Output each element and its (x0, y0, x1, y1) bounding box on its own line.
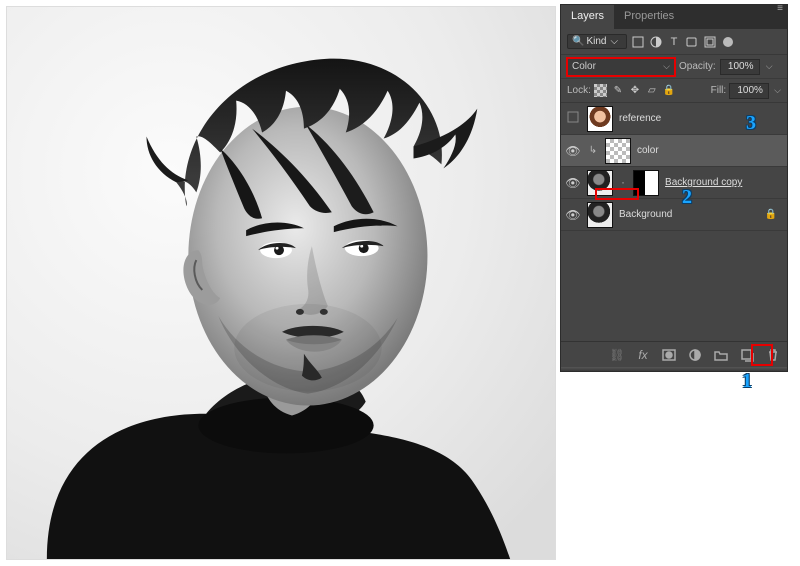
layer-row-background-copy[interactable]: 👁 𐄁 Background copy (561, 167, 787, 199)
filter-adjust-icon[interactable] (649, 35, 663, 49)
lock-transparency-icon[interactable] (594, 84, 608, 98)
opacity-input[interactable]: 100% (720, 59, 760, 75)
annotation-2: 2 (682, 186, 692, 209)
filter-kind-label: Kind (586, 36, 606, 47)
close-icon[interactable]: × (565, 0, 570, 3)
chevron-down-icon: ⌵ (663, 61, 670, 72)
visibility-toggle[interactable] (565, 110, 581, 127)
filter-type-icon[interactable]: T (667, 35, 681, 49)
layer-filter-row: 🔍 Kind ⌵ T (561, 29, 787, 55)
lock-brush-icon[interactable]: ✎ (611, 84, 625, 98)
layer-name[interactable]: Background (619, 209, 672, 220)
layers-bottom-toolbar: ⛓ fx (561, 341, 787, 367)
new-layer-icon[interactable] (739, 347, 755, 363)
chevron-down-icon[interactable]: ⌵ (774, 85, 781, 96)
visibility-toggle[interactable]: 👁 (565, 144, 581, 158)
annotation-3: 3 (746, 112, 756, 135)
portrait-image (7, 7, 555, 559)
tab-layers[interactable]: Layers (561, 5, 614, 29)
fill-label: Fill: (711, 85, 727, 96)
document-canvas[interactable] (6, 6, 556, 560)
fx-icon[interactable]: fx (635, 347, 651, 363)
layer-name[interactable]: Background copy (665, 177, 742, 188)
filter-shape-icon[interactable] (685, 35, 699, 49)
layer-row-background[interactable]: 👁 Background 🔒 (561, 199, 787, 231)
layer-thumbnail[interactable] (587, 106, 613, 132)
delete-layer-icon[interactable] (765, 347, 781, 363)
visibility-toggle[interactable]: 👁 (565, 208, 581, 222)
panel-resize-handle[interactable] (561, 367, 787, 371)
panel-tabs: Layers Properties (561, 5, 787, 29)
fill-input[interactable]: 100% (729, 83, 769, 99)
layer-row-color[interactable]: 👁 ↳ color (561, 135, 787, 167)
link-layers-icon[interactable]: ⛓ (609, 347, 625, 363)
lock-icon: 🔒 (765, 209, 783, 220)
lock-artboard-icon[interactable]: ▱ (645, 84, 659, 98)
link-mask-icon[interactable]: 𐄁 (619, 176, 627, 189)
lock-position-icon[interactable]: ✥ (628, 84, 642, 98)
adjustment-layer-icon[interactable] (687, 347, 703, 363)
opacity-label: Opacity: (679, 61, 716, 72)
filter-pixel-icon[interactable] (631, 35, 645, 49)
blend-opacity-row: Color ⌵ Opacity: 100% ⌵ (561, 55, 787, 79)
visibility-toggle[interactable]: 👁 (565, 176, 581, 190)
chevron-down-icon[interactable]: ⌵ (766, 61, 773, 72)
layer-thumbnail[interactable] (587, 202, 613, 228)
panel-menu-icon[interactable]: ≡ (777, 3, 783, 14)
layer-name[interactable]: color (637, 145, 659, 156)
add-mask-icon[interactable] (661, 347, 677, 363)
layer-name[interactable]: reference (619, 113, 661, 124)
annotation-1: 1 (742, 370, 752, 393)
clip-indicator-icon: ↳ (589, 145, 597, 156)
lock-label: Lock: (567, 85, 591, 96)
lock-all-icon[interactable]: 🔒 (662, 84, 676, 98)
layer-thumbnail[interactable] (587, 170, 613, 196)
lock-row: Lock: ✎ ✥ ▱ 🔒 Fill: 100% ⌵ (561, 79, 787, 103)
layers-panel: ≡ × Layers Properties 🔍 Kind ⌵ T Color ⌵… (560, 4, 788, 372)
blend-mode-value: Color (572, 61, 596, 72)
tab-properties[interactable]: Properties (614, 5, 684, 29)
filter-kind-dropdown[interactable]: 🔍 Kind ⌵ (567, 34, 627, 49)
filter-smart-icon[interactable] (703, 35, 717, 49)
filter-toggle[interactable] (723, 37, 733, 47)
new-group-icon[interactable] (713, 347, 729, 363)
layer-thumbnail[interactable] (605, 138, 631, 164)
blend-mode-dropdown[interactable]: Color ⌵ (567, 58, 675, 76)
layer-mask-thumbnail[interactable] (633, 170, 659, 196)
